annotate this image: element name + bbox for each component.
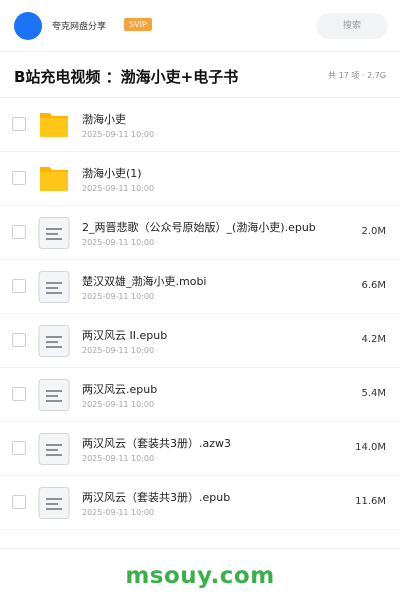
list-item[interactable]: 两汉风云.epub 2025-09-11 10:00 5.4M xyxy=(0,368,400,422)
file-name: 两汉风云.epub xyxy=(82,383,158,396)
file-name: 2_两晋悲歌（公众号原始版）_(渤海小吏).epub xyxy=(82,221,316,234)
select-checkbox[interactable] xyxy=(12,279,26,293)
watermark: msouy.com xyxy=(125,563,275,589)
footer: msouy.com xyxy=(0,548,400,600)
file-name: 渤海小吏(1) xyxy=(82,167,142,180)
document-icon xyxy=(38,325,70,357)
file-name: 渤海小吏 xyxy=(82,113,126,126)
list-item[interactable]: 2_两晋悲歌（公众号原始版）_(渤海小吏).epub 2025-09-11 10… xyxy=(0,206,400,260)
folder-summary: 共 17 项 · 2.7G xyxy=(328,71,386,80)
file-date: 2025-09-11 10:00 xyxy=(82,130,155,139)
file-date: 2025-09-11 10:00 xyxy=(82,346,155,355)
select-checkbox[interactable] xyxy=(12,387,26,401)
folder-icon xyxy=(40,113,68,137)
username: 夸克网盘分享 xyxy=(52,22,107,32)
file-name: 两汉风云（套装共3册）.epub xyxy=(82,491,231,504)
top-bar: 夸克网盘分享 SVIP 搜索 xyxy=(0,0,400,52)
select-checkbox[interactable] xyxy=(12,495,26,509)
svip-badge: SVIP xyxy=(124,18,152,31)
list-item[interactable]: 渤海小吏(1) 2025-09-11 10:00 xyxy=(0,152,400,206)
list-item[interactable]: 渤海小吏 2025-09-11 10:00 xyxy=(0,98,400,152)
page-title: B站充电视频 ：渤海小吏+电子书 xyxy=(14,68,239,86)
document-icon xyxy=(38,433,70,465)
list-item[interactable]: 两汉风云 II.epub 2025-09-11 10:00 4.2M xyxy=(0,314,400,368)
select-checkbox[interactable] xyxy=(12,441,26,455)
list-item[interactable]: 两汉风云（套装共3册）.epub 2025-09-11 10:00 11.6M xyxy=(0,476,400,530)
document-icon xyxy=(38,217,70,249)
select-checkbox[interactable] xyxy=(12,225,26,239)
file-date: 2025-09-11 10:00 xyxy=(82,292,155,301)
file-size: 2.0M xyxy=(361,226,386,237)
file-date: 2025-09-11 10:00 xyxy=(82,508,155,517)
document-icon xyxy=(38,271,70,303)
file-name: 两汉风云（套装共3册）.azw3 xyxy=(82,437,232,450)
folder-icon xyxy=(40,167,68,191)
file-size: 6.6M xyxy=(361,280,386,291)
select-checkbox[interactable] xyxy=(12,117,26,131)
list-item[interactable]: 楚汉双雄_渤海小吏.mobi 2025-09-11 10:00 6.6M xyxy=(0,260,400,314)
document-icon xyxy=(38,487,70,519)
select-checkbox[interactable] xyxy=(12,171,26,185)
file-date: 2025-09-11 10:00 xyxy=(82,400,155,409)
file-date: 2025-09-11 10:00 xyxy=(82,238,155,247)
list-item[interactable]: 两汉风云（套装共3册）.azw3 2025-09-11 10:00 14.0M xyxy=(0,422,400,476)
file-size: 5.4M xyxy=(361,388,386,399)
folder-header: B站充电视频 ：渤海小吏+电子书 共 17 项 · 2.7G xyxy=(0,52,400,98)
select-checkbox[interactable] xyxy=(12,333,26,347)
file-date: 2025-09-11 10:00 xyxy=(82,454,155,463)
file-size: 4.2M xyxy=(361,334,386,345)
search-input[interactable]: 搜索 xyxy=(316,13,388,39)
file-date: 2025-09-11 10:00 xyxy=(82,184,155,193)
avatar[interactable] xyxy=(14,12,42,40)
file-list: 渤海小吏 2025-09-11 10:00 渤海小吏(1) 2025-09-11… xyxy=(0,98,400,530)
file-size: 14.0M xyxy=(355,442,386,453)
file-name: 楚汉双雄_渤海小吏.mobi xyxy=(82,275,207,288)
file-name: 两汉风云 II.epub xyxy=(82,329,168,342)
document-icon xyxy=(38,379,70,411)
file-size: 11.6M xyxy=(355,496,386,507)
